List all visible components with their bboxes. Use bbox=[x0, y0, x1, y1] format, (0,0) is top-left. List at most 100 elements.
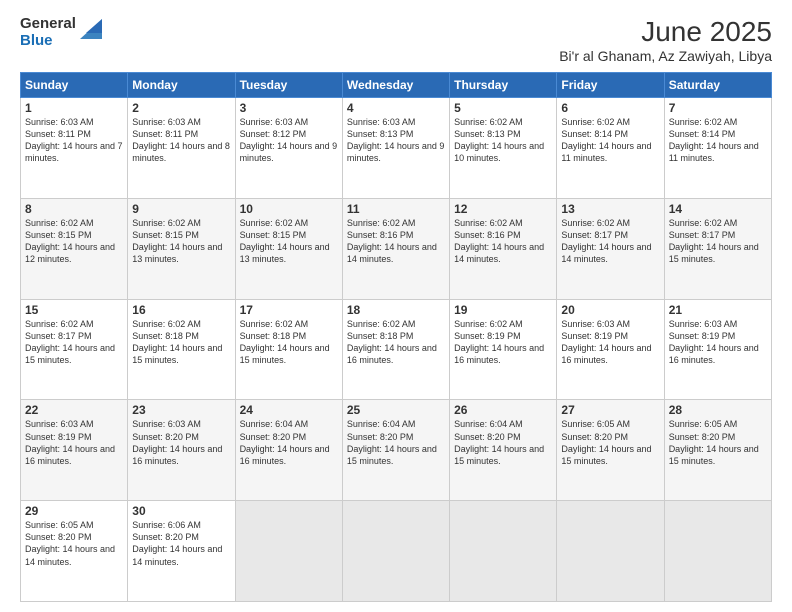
cell-info: Sunrise: 6:04 AM Sunset: 8:20 PM Dayligh… bbox=[347, 418, 445, 467]
day-number: 11 bbox=[347, 202, 445, 216]
table-row: 13 Sunrise: 6:02 AM Sunset: 8:17 PM Dayl… bbox=[557, 198, 664, 299]
day-number: 12 bbox=[454, 202, 552, 216]
cell-info: Sunrise: 6:02 AM Sunset: 8:17 PM Dayligh… bbox=[669, 217, 767, 266]
table-row: 19 Sunrise: 6:02 AM Sunset: 8:19 PM Dayl… bbox=[450, 299, 557, 400]
table-row: 27 Sunrise: 6:05 AM Sunset: 8:20 PM Dayl… bbox=[557, 400, 664, 501]
table-row: 16 Sunrise: 6:02 AM Sunset: 8:18 PM Dayl… bbox=[128, 299, 235, 400]
cell-info: Sunrise: 6:02 AM Sunset: 8:14 PM Dayligh… bbox=[561, 116, 659, 165]
cell-info: Sunrise: 6:02 AM Sunset: 8:17 PM Dayligh… bbox=[561, 217, 659, 266]
day-number: 28 bbox=[669, 403, 767, 417]
table-row: 15 Sunrise: 6:02 AM Sunset: 8:17 PM Dayl… bbox=[21, 299, 128, 400]
day-number: 6 bbox=[561, 101, 659, 115]
col-friday: Friday bbox=[557, 73, 664, 98]
table-row: 21 Sunrise: 6:03 AM Sunset: 8:19 PM Dayl… bbox=[664, 299, 771, 400]
calendar: Sunday Monday Tuesday Wednesday Thursday… bbox=[20, 72, 772, 602]
cell-info: Sunrise: 6:02 AM Sunset: 8:17 PM Dayligh… bbox=[25, 318, 123, 367]
calendar-week-row: 15 Sunrise: 6:02 AM Sunset: 8:17 PM Dayl… bbox=[21, 299, 772, 400]
cell-info: Sunrise: 6:03 AM Sunset: 8:11 PM Dayligh… bbox=[132, 116, 230, 165]
table-row: 25 Sunrise: 6:04 AM Sunset: 8:20 PM Dayl… bbox=[342, 400, 449, 501]
cell-info: Sunrise: 6:03 AM Sunset: 8:19 PM Dayligh… bbox=[25, 418, 123, 467]
day-number: 4 bbox=[347, 101, 445, 115]
header: General Blue June 2025 Bi'r al Ghanam, A… bbox=[20, 16, 772, 64]
table-row: 1 Sunrise: 6:03 AM Sunset: 8:11 PM Dayli… bbox=[21, 98, 128, 199]
table-row: 30 Sunrise: 6:06 AM Sunset: 8:20 PM Dayl… bbox=[128, 501, 235, 602]
cell-info: Sunrise: 6:02 AM Sunset: 8:16 PM Dayligh… bbox=[347, 217, 445, 266]
day-number: 9 bbox=[132, 202, 230, 216]
subtitle: Bi'r al Ghanam, Az Zawiyah, Libya bbox=[559, 48, 772, 64]
cell-info: Sunrise: 6:05 AM Sunset: 8:20 PM Dayligh… bbox=[25, 519, 123, 568]
cell-info: Sunrise: 6:03 AM Sunset: 8:19 PM Dayligh… bbox=[561, 318, 659, 367]
calendar-header-row: Sunday Monday Tuesday Wednesday Thursday… bbox=[21, 73, 772, 98]
table-row bbox=[342, 501, 449, 602]
cell-info: Sunrise: 6:03 AM Sunset: 8:19 PM Dayligh… bbox=[669, 318, 767, 367]
cell-info: Sunrise: 6:03 AM Sunset: 8:13 PM Dayligh… bbox=[347, 116, 445, 165]
table-row: 3 Sunrise: 6:03 AM Sunset: 8:12 PM Dayli… bbox=[235, 98, 342, 199]
title-block: June 2025 Bi'r al Ghanam, Az Zawiyah, Li… bbox=[559, 16, 772, 64]
day-number: 19 bbox=[454, 303, 552, 317]
table-row: 5 Sunrise: 6:02 AM Sunset: 8:13 PM Dayli… bbox=[450, 98, 557, 199]
table-row: 6 Sunrise: 6:02 AM Sunset: 8:14 PM Dayli… bbox=[557, 98, 664, 199]
day-number: 2 bbox=[132, 101, 230, 115]
day-number: 22 bbox=[25, 403, 123, 417]
cell-info: Sunrise: 6:02 AM Sunset: 8:18 PM Dayligh… bbox=[132, 318, 230, 367]
cell-info: Sunrise: 6:05 AM Sunset: 8:20 PM Dayligh… bbox=[669, 418, 767, 467]
table-row: 2 Sunrise: 6:03 AM Sunset: 8:11 PM Dayli… bbox=[128, 98, 235, 199]
day-number: 17 bbox=[240, 303, 338, 317]
table-row: 29 Sunrise: 6:05 AM Sunset: 8:20 PM Dayl… bbox=[21, 501, 128, 602]
col-tuesday: Tuesday bbox=[235, 73, 342, 98]
cell-info: Sunrise: 6:03 AM Sunset: 8:20 PM Dayligh… bbox=[132, 418, 230, 467]
table-row: 22 Sunrise: 6:03 AM Sunset: 8:19 PM Dayl… bbox=[21, 400, 128, 501]
table-row: 18 Sunrise: 6:02 AM Sunset: 8:18 PM Dayl… bbox=[342, 299, 449, 400]
day-number: 18 bbox=[347, 303, 445, 317]
table-row: 24 Sunrise: 6:04 AM Sunset: 8:20 PM Dayl… bbox=[235, 400, 342, 501]
cell-info: Sunrise: 6:02 AM Sunset: 8:14 PM Dayligh… bbox=[669, 116, 767, 165]
cell-info: Sunrise: 6:02 AM Sunset: 8:19 PM Dayligh… bbox=[454, 318, 552, 367]
cell-info: Sunrise: 6:02 AM Sunset: 8:15 PM Dayligh… bbox=[25, 217, 123, 266]
day-number: 23 bbox=[132, 403, 230, 417]
table-row: 28 Sunrise: 6:05 AM Sunset: 8:20 PM Dayl… bbox=[664, 400, 771, 501]
table-row: 9 Sunrise: 6:02 AM Sunset: 8:15 PM Dayli… bbox=[128, 198, 235, 299]
table-row: 17 Sunrise: 6:02 AM Sunset: 8:18 PM Dayl… bbox=[235, 299, 342, 400]
cell-info: Sunrise: 6:02 AM Sunset: 8:18 PM Dayligh… bbox=[240, 318, 338, 367]
col-thursday: Thursday bbox=[450, 73, 557, 98]
day-number: 30 bbox=[132, 504, 230, 518]
col-sunday: Sunday bbox=[21, 73, 128, 98]
day-number: 3 bbox=[240, 101, 338, 115]
cell-info: Sunrise: 6:02 AM Sunset: 8:15 PM Dayligh… bbox=[132, 217, 230, 266]
day-number: 24 bbox=[240, 403, 338, 417]
day-number: 21 bbox=[669, 303, 767, 317]
col-wednesday: Wednesday bbox=[342, 73, 449, 98]
logo: General Blue bbox=[20, 16, 102, 49]
table-row: 7 Sunrise: 6:02 AM Sunset: 8:14 PM Dayli… bbox=[664, 98, 771, 199]
table-row bbox=[664, 501, 771, 602]
day-number: 10 bbox=[240, 202, 338, 216]
day-number: 20 bbox=[561, 303, 659, 317]
day-number: 8 bbox=[25, 202, 123, 216]
table-row bbox=[557, 501, 664, 602]
table-row: 4 Sunrise: 6:03 AM Sunset: 8:13 PM Dayli… bbox=[342, 98, 449, 199]
day-number: 13 bbox=[561, 202, 659, 216]
day-number: 7 bbox=[669, 101, 767, 115]
day-number: 26 bbox=[454, 403, 552, 417]
cell-info: Sunrise: 6:03 AM Sunset: 8:11 PM Dayligh… bbox=[25, 116, 123, 165]
cell-info: Sunrise: 6:03 AM Sunset: 8:12 PM Dayligh… bbox=[240, 116, 338, 165]
cell-info: Sunrise: 6:02 AM Sunset: 8:16 PM Dayligh… bbox=[454, 217, 552, 266]
cell-info: Sunrise: 6:05 AM Sunset: 8:20 PM Dayligh… bbox=[561, 418, 659, 467]
table-row bbox=[450, 501, 557, 602]
table-row: 20 Sunrise: 6:03 AM Sunset: 8:19 PM Dayl… bbox=[557, 299, 664, 400]
calendar-week-row: 22 Sunrise: 6:03 AM Sunset: 8:19 PM Dayl… bbox=[21, 400, 772, 501]
table-row: 12 Sunrise: 6:02 AM Sunset: 8:16 PM Dayl… bbox=[450, 198, 557, 299]
table-row: 23 Sunrise: 6:03 AM Sunset: 8:20 PM Dayl… bbox=[128, 400, 235, 501]
calendar-week-row: 8 Sunrise: 6:02 AM Sunset: 8:15 PM Dayli… bbox=[21, 198, 772, 299]
day-number: 5 bbox=[454, 101, 552, 115]
day-number: 14 bbox=[669, 202, 767, 216]
table-row bbox=[235, 501, 342, 602]
col-saturday: Saturday bbox=[664, 73, 771, 98]
day-number: 25 bbox=[347, 403, 445, 417]
calendar-week-row: 29 Sunrise: 6:05 AM Sunset: 8:20 PM Dayl… bbox=[21, 501, 772, 602]
page: General Blue June 2025 Bi'r al Ghanam, A… bbox=[0, 0, 792, 612]
day-number: 15 bbox=[25, 303, 123, 317]
table-row: 10 Sunrise: 6:02 AM Sunset: 8:15 PM Dayl… bbox=[235, 198, 342, 299]
table-row: 14 Sunrise: 6:02 AM Sunset: 8:17 PM Dayl… bbox=[664, 198, 771, 299]
cell-info: Sunrise: 6:06 AM Sunset: 8:20 PM Dayligh… bbox=[132, 519, 230, 568]
